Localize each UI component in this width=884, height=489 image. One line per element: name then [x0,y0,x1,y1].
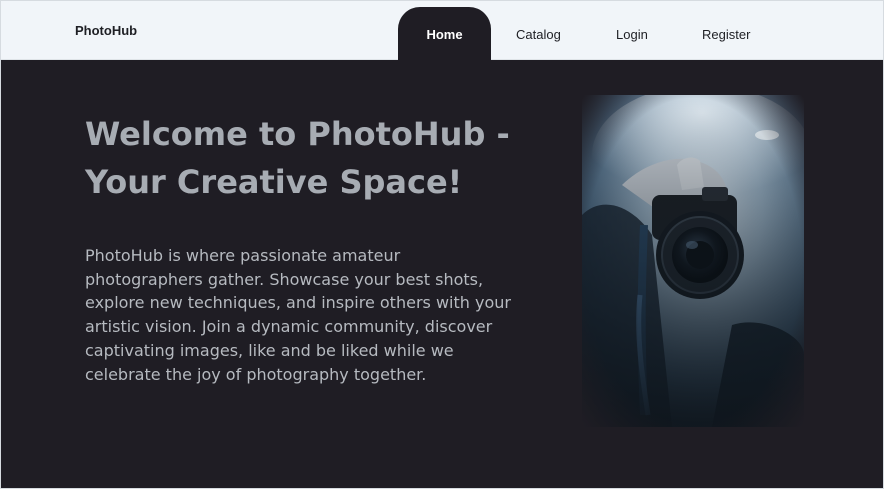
brand-logo[interactable]: PhotoHub [75,23,137,38]
nav-link-login[interactable]: Login [616,27,648,42]
hero-description: PhotoHub is where passionate amateur pho… [85,246,511,384]
nav-link-register[interactable]: Register [702,27,750,42]
hero-photo [582,95,804,427]
page-frame: PhotoHub Home Catalog Login Register Wel… [0,0,884,489]
nav-link-home[interactable]: Home [398,7,491,61]
nav-link-catalog[interactable]: Catalog [516,27,561,42]
hero-title: Welcome to PhotoHub - Your Creative Spac… [85,115,510,201]
hero-section: Welcome to PhotoHub - Your Creative Spac… [1,60,883,488]
camera-photo-image [582,95,804,427]
navbar: PhotoHub Home Catalog Login Register [1,1,883,61]
